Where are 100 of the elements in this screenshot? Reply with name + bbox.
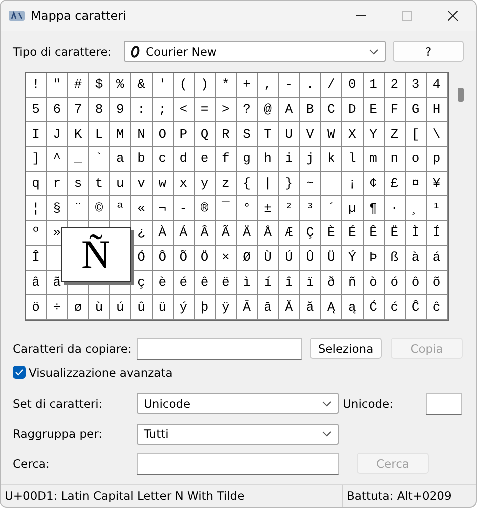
character-cell[interactable]: X <box>342 122 364 148</box>
character-cell[interactable]: t <box>89 172 110 196</box>
character-cell[interactable]: Ë <box>384 221 406 246</box>
character-cell[interactable]: ÷ <box>47 295 68 320</box>
blank-character-cell[interactable] <box>321 172 342 196</box>
character-cell[interactable]: Î <box>26 246 48 270</box>
character-cell[interactable]: ï <box>300 270 322 296</box>
character-cell[interactable]: 5 <box>26 98 48 122</box>
character-cell[interactable]: ¤ <box>406 172 427 196</box>
character-cell[interactable]: ¬ <box>152 196 174 222</box>
character-cell[interactable]: À <box>152 221 174 246</box>
character-cell[interactable]: ĉ <box>426 295 448 320</box>
character-cell[interactable]: Õ <box>174 246 195 270</box>
character-cell[interactable]: 0 <box>342 73 364 98</box>
character-cell[interactable]: Á <box>174 221 195 246</box>
character-cell[interactable]: Â <box>194 221 216 246</box>
character-cell[interactable]: G <box>406 98 427 122</box>
help-button[interactable]: ? <box>393 41 464 62</box>
character-cell[interactable]: H <box>426 98 448 122</box>
character-cell[interactable]: \ <box>426 122 448 148</box>
character-cell[interactable]: ò <box>364 270 385 296</box>
character-cell[interactable]: J <box>47 122 68 148</box>
character-cell[interactable]: á <box>426 246 448 270</box>
character-cell[interactable]: , <box>258 73 280 98</box>
character-cell[interactable]: " <box>47 73 68 98</box>
advanced-checkbox[interactable] <box>13 366 26 380</box>
character-cell[interactable]: © <box>89 196 110 222</box>
character-cell[interactable]: ø <box>68 295 90 320</box>
character-cell[interactable]: B <box>300 98 322 122</box>
character-cell[interactable]: ] <box>26 147 48 172</box>
character-cell[interactable]: e <box>194 147 216 172</box>
character-cell[interactable]: U <box>279 122 300 148</box>
character-cell[interactable]: õ <box>426 270 448 296</box>
character-cell[interactable]: Ê <box>364 221 385 246</box>
character-cell[interactable]: r <box>47 172 68 196</box>
character-cell[interactable]: ¯ <box>216 196 237 222</box>
character-cell[interactable]: Ç <box>300 221 322 246</box>
unicode-field[interactable] <box>426 392 462 415</box>
character-cell[interactable]: q <box>26 172 48 196</box>
character-cell[interactable]: Ü <box>321 246 342 270</box>
character-cell[interactable]: µ <box>342 196 364 222</box>
character-cell[interactable]: o <box>406 147 427 172</box>
character-cell[interactable]: 2 <box>384 73 406 98</box>
character-cell[interactable]: ù <box>89 295 110 320</box>
character-cell[interactable]: É <box>342 221 364 246</box>
character-cell[interactable]: È <box>321 221 342 246</box>
character-cell[interactable]: Ý <box>342 246 364 270</box>
character-cell[interactable]: 8 <box>89 98 110 122</box>
character-cell[interactable]: K <box>68 122 90 148</box>
character-cell[interactable]: $ <box>89 73 110 98</box>
character-cell[interactable]: ! <box>26 73 48 98</box>
character-cell[interactable]: ú <box>110 295 132 320</box>
character-cell[interactable]: ð <box>321 270 342 296</box>
character-cell[interactable]: d <box>174 147 195 172</box>
character-cell[interactable]: × <box>216 246 237 270</box>
character-cell[interactable]: ° <box>236 196 258 222</box>
character-cell[interactable]: ¦ <box>26 196 48 222</box>
character-cell[interactable]: ó <box>384 270 406 296</box>
character-cell[interactable]: M <box>110 122 132 148</box>
character-cell[interactable]: º <box>26 221 48 246</box>
character-cell[interactable]: y <box>194 172 216 196</box>
character-cell[interactable]: S <box>236 122 258 148</box>
character-cell[interactable]: Þ <box>364 246 385 270</box>
character-cell[interactable]: ¹ <box>426 196 448 222</box>
character-cell[interactable]: [ <box>406 122 427 148</box>
scrollbar-thumb[interactable] <box>458 88 464 102</box>
character-cell[interactable]: ć <box>384 295 406 320</box>
character-cell[interactable]: · <box>384 196 406 222</box>
copy-field[interactable] <box>137 338 302 360</box>
character-cell[interactable]: è <box>152 270 174 296</box>
select-button[interactable]: Seleziona <box>310 338 382 360</box>
character-cell[interactable]: # <box>68 73 90 98</box>
character-cell[interactable]: Ì <box>406 221 427 246</box>
character-cell[interactable]: 7 <box>68 98 90 122</box>
character-cell[interactable]: ă <box>300 295 322 320</box>
character-cell[interactable]: Å <box>258 221 280 246</box>
character-cell[interactable]: w <box>152 172 174 196</box>
character-cell[interactable]: § <box>47 196 68 222</box>
character-cell[interactable]: O <box>152 122 174 148</box>
character-cell[interactable]: Ä <box>236 221 258 246</box>
character-cell[interactable]: Ć <box>364 295 385 320</box>
character-cell[interactable]: n <box>384 147 406 172</box>
character-cell[interactable]: . <box>300 73 322 98</box>
character-cell[interactable]: Ô <box>152 246 174 270</box>
character-cell[interactable]: - <box>174 196 195 222</box>
character-cell[interactable]: â <box>26 270 48 296</box>
character-cell[interactable]: m <box>364 147 385 172</box>
character-cell[interactable]: _ <box>68 147 90 172</box>
character-cell[interactable]: ² <box>279 196 300 222</box>
character-cell[interactable]: Í <box>426 221 448 246</box>
character-cell[interactable]: x <box>174 172 195 196</box>
character-cell[interactable]: 9 <box>110 98 132 122</box>
character-cell[interactable]: ± <box>258 196 280 222</box>
character-cell[interactable]: / <box>321 73 342 98</box>
character-cell[interactable]: Y <box>364 122 385 148</box>
character-cell[interactable]: % <box>110 73 132 98</box>
character-cell[interactable]: + <box>236 73 258 98</box>
character-cell[interactable]: Ø <box>236 246 258 270</box>
character-cell[interactable]: ñ <box>342 270 364 296</box>
character-cell[interactable]: T <box>258 122 280 148</box>
